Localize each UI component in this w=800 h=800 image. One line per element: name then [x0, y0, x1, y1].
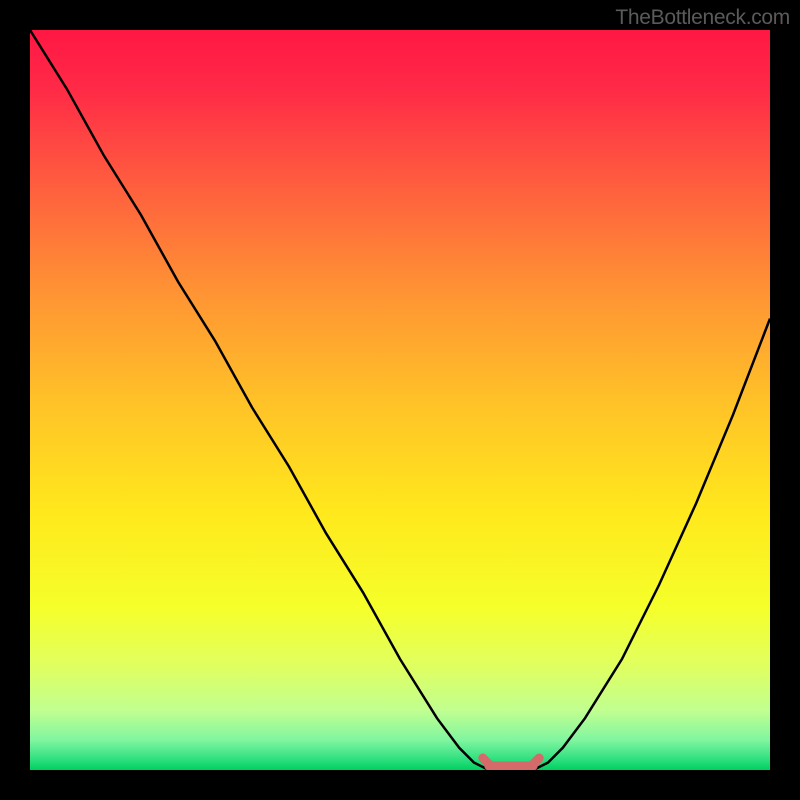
watermark-text: TheBottleneck.com	[615, 6, 790, 30]
chart-svg	[30, 30, 770, 770]
bottleneck-chart	[30, 30, 770, 770]
